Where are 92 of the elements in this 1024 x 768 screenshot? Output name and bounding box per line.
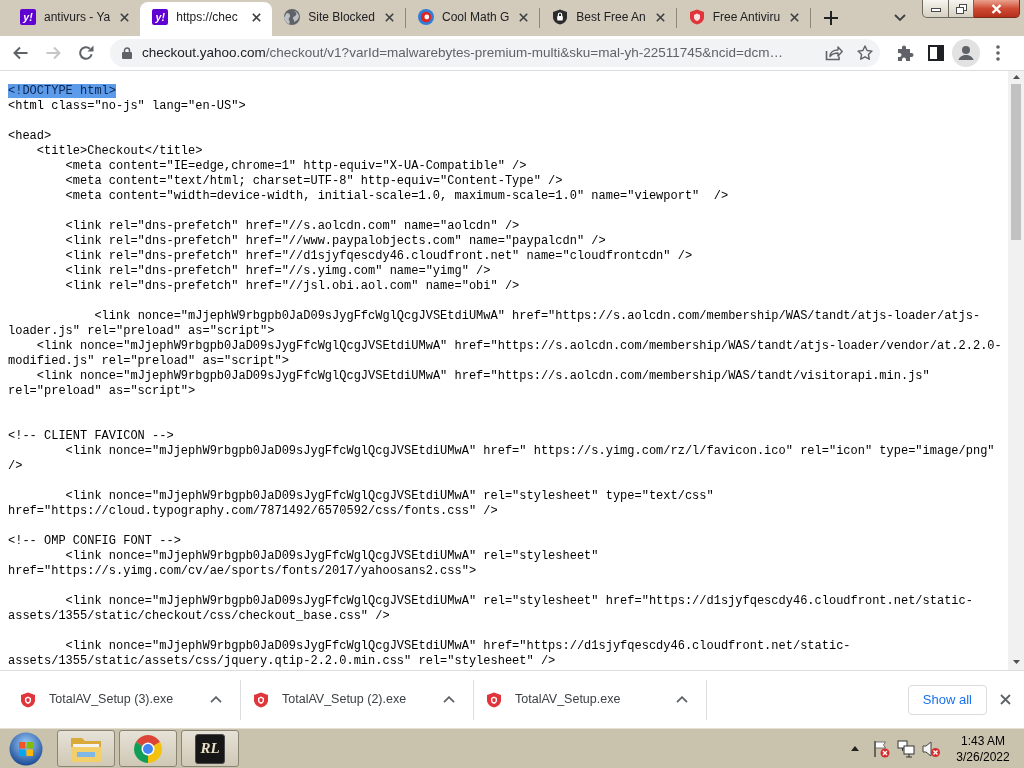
scroll-down-icon[interactable] (1012, 660, 1020, 664)
side-panel-icon[interactable] (928, 45, 944, 61)
code-line: <meta content="width=device-width, initial-scale=1.0, maximum-scale=1.0" name="viewport" /> (65, 189, 729, 203)
menu-icon[interactable] (996, 45, 1000, 61)
shield-icon (20, 691, 36, 708)
code-line: <link rel="dns-prefetch" href="//s.aolcdn.com" name="aolcdn" /> (65, 219, 520, 233)
code-line: /> (8, 459, 23, 473)
chevron-down-icon[interactable] (894, 14, 906, 22)
site-logo: y! (20, 9, 36, 25)
code-line: <meta content="IE=edge,chrome=1" http-equiv="X-UA-Compatible" /> (65, 159, 527, 173)
taskbar-button[interactable] (119, 730, 177, 767)
code-line: <link nonce="mJjephW9rbgpb0JaD09sJygFfcWglQcgJVSEtdiUMwA" href=" https://s.yimg.com/rz/l/favicon.ico" rel="icon" type="image/png" (65, 444, 995, 458)
code-line: <link rel="dns-prefetch" href="//www.paypalobjects.com" name="paypalcdn" /> (65, 234, 606, 248)
taskbar-button[interactable] (57, 730, 115, 767)
share-icon[interactable] (825, 45, 843, 61)
code-line: assets/1355/static/assets/css/jquery.qtip-2.2.0.min.css" rel="stylesheet" /> (8, 654, 556, 668)
caret-up-icon[interactable] (676, 696, 688, 703)
muted-speaker-icon[interactable] (922, 739, 940, 758)
round-logo-icon (417, 9, 434, 25)
shield-icon (486, 691, 502, 708)
start-orb-icon[interactable] (9, 731, 43, 766)
code-line: <link nonce="mJjephW9rbgpb0JaD09sJygFfcWglQcgJVSEtdiUMwA" rel="stylesheet" (65, 549, 599, 563)
code-line: <link rel="dns-prefetch" href="//jsl.obi.aol.com" name="obi" /> (65, 279, 520, 293)
download-item[interactable]: TotalAV_Setup (2).exe (241, 679, 473, 720)
close-icon[interactable] (519, 12, 529, 22)
code-line: rel="preload" as="script"> (8, 384, 196, 398)
plus-icon[interactable] (824, 11, 839, 25)
code-line: loader.js" rel="preload" as="script"> (8, 324, 275, 338)
tab[interactable]: Free Antiviru (676, 2, 811, 36)
address-field[interactable]: checkout.yahoo.com/checkout/v1?varId=malwarebytes-premium-multi&sku=mal-yh-22511745&ncid=dcm… (110, 39, 880, 67)
restore-button[interactable] (949, 0, 974, 18)
code-line: <link nonce="mJjephW9rbgpb0JaD09sJygFfcWglQcgJVSEtdiUMwA" rel="stylesheet" type="text/css" (65, 489, 714, 503)
code-line: <title>Checkout</title> (36, 144, 203, 158)
tab[interactable]: Best Free An (540, 2, 676, 36)
close-icon[interactable] (120, 12, 130, 22)
tab[interactable]: Cool Math G (405, 2, 540, 36)
code-line: <link nonce="mJjephW9rbgpb0JaD09sJygFfcWglQcgJVSEtdiUMwA" href="https://s.aolcdn.com/membership/WAS/tandt/visitorapi.min.js" (36, 369, 930, 383)
code-line: <html class="no-js" lang="en-US"> (8, 99, 246, 113)
download-item[interactable]: TotalAV_Setup (3).exe (8, 679, 240, 720)
shield-lock-icon (552, 9, 569, 25)
minimize-icon (930, 8, 941, 12)
tab[interactable]: Site Blocked (272, 2, 405, 36)
close-window-button[interactable] (974, 0, 1020, 18)
shield-icon (688, 9, 705, 25)
code-line: <head> (8, 129, 52, 143)
back-icon[interactable] (12, 45, 28, 61)
code-line: href="https://cloud.typography.com/7871492/6570592/css/fonts.css" /> (8, 504, 498, 518)
reload-icon[interactable] (78, 45, 94, 61)
clock-date: 3/26/2022 (956, 748, 1010, 765)
close-icon[interactable] (1000, 694, 1011, 705)
code-line: <link rel="dns-prefetch" href="//d1sjyfqescdy46.cloudfront.net" name="cloudfrontcdn" /> (65, 249, 693, 263)
code-line: <meta content="text/html; charset=UTF-8" http-equiv="Content-Type" /> (65, 174, 563, 188)
close-icon[interactable] (655, 12, 665, 22)
scroll-up-icon[interactable] (1012, 75, 1020, 79)
scrollbar-thumb[interactable] (1011, 84, 1021, 240)
code-line: <link nonce="mJjephW9rbgpb0JaD09sJygFfcWglQcgJVSEtdiUMwA" href="https://s.aolcdn.com/membership/WAS/tandt/atjs-loader/atjs- (94, 309, 981, 323)
code-line: href="https://s.yimg.com/cv/ae/sports/fonts/2017/yahoosans2.css"> (8, 564, 477, 578)
close-icon (991, 3, 1002, 14)
tab[interactable]: y! antivurs - Ya (8, 2, 141, 36)
star-icon[interactable] (857, 45, 873, 61)
caret-up-icon[interactable] (210, 696, 222, 703)
code-line: modified.js" rel="preload" as="script"> (8, 354, 289, 368)
shield-icon (253, 691, 269, 708)
caret-up-icon[interactable] (443, 696, 455, 703)
clock-time: 1:43 AM (961, 732, 1005, 749)
download-item[interactable]: TotalAV_Setup.exe (474, 679, 706, 720)
tab[interactable]: y! https://chec (140, 2, 273, 36)
code-line: <link nonce="mJjephW9rbgpb0JaD09sJygFfcWglQcgJVSEtdiUMwA" rel="stylesheet" href="https://d1sjyfqescdy46.cloudfront.net/static- (65, 594, 973, 608)
puzzle-icon[interactable] (896, 44, 914, 62)
code-line: <!-- CLIENT FAVICON --> (8, 429, 174, 443)
close-icon[interactable] (384, 12, 394, 22)
app-logo: RL (195, 733, 225, 764)
code-line: assets/1355/static/checkout/css/checkout_base.css" /> (8, 609, 390, 623)
code-line: <link nonce="mJjephW9rbgpb0JaD09sJygFfcWglQcgJVSEtdiUMwA" href="https://d1sjyfqescdy46.cloudfront.net/static- (65, 639, 851, 653)
flag-alert-icon[interactable] (872, 739, 890, 758)
lock-icon[interactable] (122, 47, 132, 59)
taskbar-button[interactable]: RL (181, 730, 239, 767)
monitor-icon[interactable] (897, 739, 915, 758)
close-icon[interactable] (252, 12, 262, 22)
scrollbar[interactable] (1008, 71, 1024, 670)
code-line: <!-- OMP CONFIG FONT --> (8, 534, 181, 548)
caret-up-icon[interactable] (851, 746, 859, 751)
minimize-button[interactable] (922, 0, 949, 18)
profile-icon[interactable] (952, 39, 980, 67)
show-all-button[interactable]: Show all (907, 684, 987, 715)
close-icon[interactable] (790, 12, 800, 22)
site-logo: y! (152, 9, 169, 25)
round-logo-icon (134, 734, 162, 763)
code-line: <link nonce="mJjephW9rbgpb0JaD09sJygFfcWglQcgJVSEtdiUMwA" href="https://s.aolcdn.com/membership/WAS/tandt/atjs-loader/vendor/at.2.2.0- (36, 339, 1002, 353)
restore-icon (955, 3, 967, 14)
globe-icon (284, 9, 301, 25)
code-line: <link rel="dns-prefetch" href="//s.yimg.com" name="yimg" /> (65, 264, 491, 278)
